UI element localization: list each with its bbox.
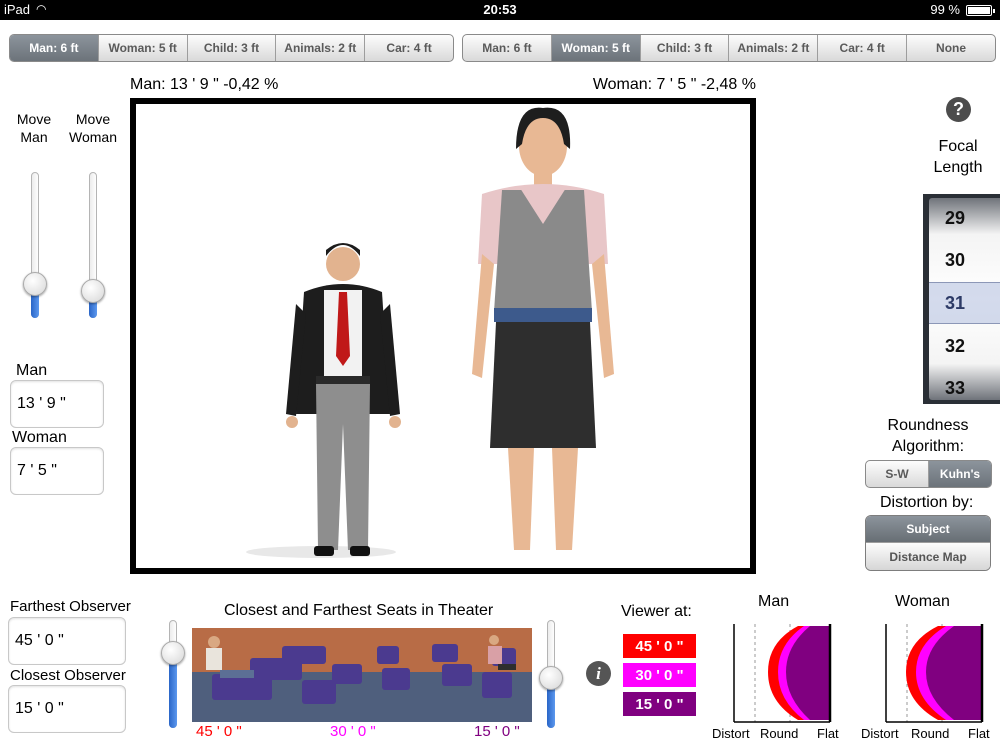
man-chart-label-flat: Flat [817, 726, 839, 741]
left-seg-animals[interactable]: Animals: 2 ft [276, 35, 366, 61]
status-bar: iPad ◠ 20:53 99 % [0, 0, 1000, 20]
woman-chart-label-distort: Distort [861, 726, 899, 741]
woman-roundness-chart [885, 624, 984, 723]
man-chart-title: Man [758, 593, 790, 610]
seat-distance-near: 15 ' 0 " [474, 723, 520, 740]
woman-chart-title: Woman [895, 593, 950, 610]
roundness-sw[interactable]: S-W [866, 461, 929, 487]
slider-knob[interactable] [23, 272, 47, 297]
right-subject-selector: Man: 6 ft Woman: 5 ft Child: 3 ft Animal… [462, 34, 996, 62]
right-seg-child[interactable]: Child: 3 ft [641, 35, 730, 61]
picker-wheel[interactable]: 29 30 31 32 33 [929, 198, 1000, 400]
woman-height-field[interactable]: 7 ' 5 " [10, 447, 104, 495]
roundness-kuhns[interactable]: Kuhn's [929, 461, 991, 487]
seat-distance-far: 45 ' 0 " [196, 723, 242, 740]
stage-figures [246, 107, 614, 558]
battery-percent: 99 % [930, 2, 960, 17]
focal-length-label: Focal Length [933, 138, 983, 176]
info-icon[interactable]: i [586, 661, 611, 686]
clock: 20:53 [483, 2, 517, 17]
picker-option[interactable]: 32 [929, 326, 1000, 366]
picker-option[interactable]: 29 [929, 198, 1000, 238]
left-subject-selector: Man: 6 ft Woman: 5 ft Child: 3 ft Animal… [9, 34, 454, 62]
right-seg-man[interactable]: Man: 6 ft [463, 35, 552, 61]
battery-icon [966, 5, 995, 16]
man-chart-label-round: Round [760, 726, 799, 741]
left-seg-car[interactable]: Car: 4 ft [365, 35, 453, 61]
closest-observer-label: Closest Observer [10, 667, 126, 684]
move-man-slider[interactable] [23, 172, 47, 318]
picker-option[interactable]: 33 [929, 368, 1000, 400]
help-icon[interactable]: ? [946, 97, 971, 122]
man-figure[interactable] [286, 243, 401, 556]
woman-readout: Woman: 7 ' 5 " -2,48 % [592, 76, 756, 93]
left-seg-man[interactable]: Man: 6 ft [10, 35, 99, 61]
focal-length-picker[interactable]: 29 30 31 32 33 [923, 194, 1000, 404]
seat-distance-mid: 30 ' 0 " [330, 723, 376, 740]
closest-observer-field[interactable]: 15 ' 0 " [8, 685, 126, 733]
viewer-near-button[interactable]: 15 ' 0 " [623, 692, 696, 716]
theater-title: Closest and Farthest Seats in Theater [224, 602, 494, 619]
stereo-stage [130, 98, 756, 574]
move-woman-slider[interactable] [81, 172, 105, 318]
roundness-label: Roundness Algorithm: [887, 417, 969, 455]
move-man-label: Move Man [16, 111, 52, 145]
roundness-selector: S-W Kuhn's [865, 460, 992, 488]
distortion-distance-map[interactable]: Distance Map [866, 543, 990, 570]
man-height-field[interactable]: 13 ' 9 " [10, 380, 104, 428]
distortion-label: Distortion by: [880, 494, 974, 511]
man-roundness-chart [733, 624, 832, 723]
distortion-subject[interactable]: Subject [866, 516, 990, 543]
farthest-observer-field[interactable]: 45 ' 0 " [8, 617, 126, 665]
right-seg-animals[interactable]: Animals: 2 ft [729, 35, 819, 61]
man-readout: Man: 13 ' 9 " -0,42 % [130, 76, 279, 93]
left-seg-child[interactable]: Child: 3 ft [188, 35, 277, 61]
man-chart-label-distort: Distort [712, 726, 750, 741]
right-seg-none[interactable]: None [907, 35, 995, 61]
closest-seat-slider[interactable] [539, 620, 563, 728]
move-woman-label: Move Woman [69, 111, 117, 145]
viewer-at-label: Viewer at: [621, 603, 692, 620]
right-seg-woman[interactable]: Woman: 5 ft [551, 35, 641, 61]
viewer-far-button[interactable]: 45 ' 0 " [623, 634, 696, 658]
slider-knob[interactable] [81, 279, 105, 304]
farthest-observer-label: Farthest Observer [10, 598, 131, 615]
slider-knob[interactable] [539, 666, 563, 691]
woman-figure[interactable] [472, 107, 614, 550]
theater-seats-graphic [192, 628, 532, 722]
app-root: iPad ◠ 20:53 99 % Man: 6 ft Woman: 5 ft … [0, 0, 1000, 750]
picker-option-selected[interactable]: 31 [929, 283, 1000, 323]
woman-chart-label-round: Round [911, 726, 950, 741]
left-seg-woman[interactable]: Woman: 5 ft [99, 35, 188, 61]
farthest-seat-slider[interactable] [161, 620, 185, 728]
woman-height-label: Woman [12, 429, 67, 446]
theater-image [192, 628, 532, 722]
battery-fill [968, 7, 990, 14]
distortion-selector: Subject Distance Map [865, 515, 991, 571]
man-height-label: Man [16, 362, 48, 379]
woman-chart-label-flat: Flat [968, 726, 990, 741]
right-seg-car[interactable]: Car: 4 ft [818, 35, 908, 61]
slider-knob[interactable] [161, 641, 185, 665]
picker-option[interactable]: 30 [929, 240, 1000, 280]
viewer-mid-button[interactable]: 30 ' 0 " [623, 663, 696, 687]
